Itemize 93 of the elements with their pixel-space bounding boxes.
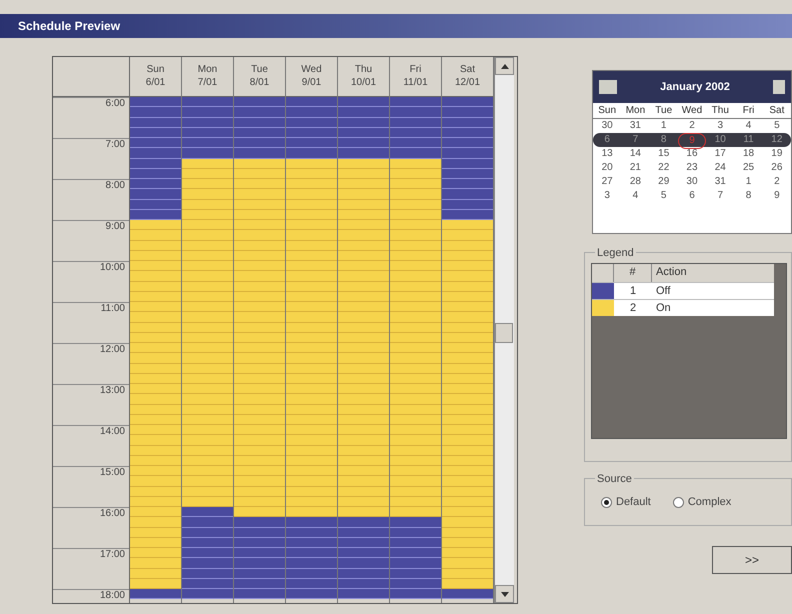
day-date: 9/01 bbox=[302, 76, 322, 89]
calendar-day[interactable]: 1 bbox=[734, 175, 763, 189]
time-label: 13:00 bbox=[100, 386, 125, 398]
calendar-day[interactable]: 2 bbox=[678, 119, 706, 133]
time-label: 7:00 bbox=[106, 140, 125, 152]
day-name: Wed bbox=[301, 64, 322, 76]
calendar-day[interactable]: 4 bbox=[734, 119, 763, 133]
weekday-label: Sun bbox=[597, 104, 618, 118]
day-date: 8/01 bbox=[250, 76, 270, 89]
calendar-day[interactable]: 5 bbox=[650, 189, 678, 203]
scroll-up-icon[interactable] bbox=[495, 57, 514, 75]
calendar-day[interactable]: 1 bbox=[650, 119, 678, 133]
time-label: 6:00 bbox=[106, 99, 125, 111]
calendar-day[interactable]: 23 bbox=[678, 161, 706, 175]
time-label: 17:00 bbox=[100, 550, 125, 562]
weekday-label: Sat bbox=[768, 104, 786, 118]
calendar-day[interactable]: 15 bbox=[650, 147, 678, 161]
table-cell-text: 1 bbox=[628, 284, 638, 299]
radio-button[interactable] bbox=[672, 496, 684, 508]
calendar-day[interactable]: 7 bbox=[706, 189, 734, 203]
calendar-day[interactable]: 8 bbox=[734, 189, 763, 203]
group-label: Legend bbox=[595, 245, 636, 262]
table-cell-text: 2 bbox=[628, 301, 638, 316]
calendar-day[interactable]: 31 bbox=[706, 175, 734, 189]
calendar-day[interactable]: 6 bbox=[678, 189, 706, 203]
weekday-label: Fri bbox=[742, 104, 756, 118]
radio-button[interactable] bbox=[601, 496, 612, 508]
day-date: 10/01 bbox=[350, 76, 376, 89]
day-name: Tue bbox=[251, 64, 268, 76]
calendar-day[interactable]: 31 bbox=[621, 119, 650, 133]
calendar-day[interactable]: 2 bbox=[762, 175, 791, 189]
calendar-day[interactable]: 7 bbox=[621, 133, 650, 149]
calendar-day[interactable]: 16 bbox=[678, 147, 706, 161]
calendar-day[interactable]: 6 bbox=[593, 133, 622, 149]
time-label: 8:00 bbox=[106, 181, 125, 193]
next-button[interactable]: >> bbox=[712, 546, 792, 574]
calendar-day[interactable]: 4 bbox=[621, 189, 650, 203]
scrollbar[interactable] bbox=[494, 57, 514, 603]
day-date: 11/01 bbox=[403, 76, 428, 89]
calendar-day[interactable]: 11 bbox=[734, 133, 763, 149]
calendar-day[interactable]: 24 bbox=[706, 161, 734, 175]
day-name: Fri bbox=[410, 64, 422, 76]
time-label: 10:00 bbox=[100, 263, 125, 275]
calendar-day[interactable]: 18 bbox=[734, 147, 763, 161]
calendar-day[interactable]: 28 bbox=[621, 175, 650, 189]
calendar-day[interactable]: 3 bbox=[593, 189, 622, 203]
table-cell-text: On bbox=[655, 301, 672, 316]
calendar-day[interactable]: 14 bbox=[621, 147, 650, 161]
calendar-day[interactable]: 29 bbox=[650, 175, 678, 189]
calendar-day[interactable]: 30 bbox=[678, 175, 706, 189]
calendar-day[interactable]: 13 bbox=[593, 147, 622, 161]
time-label: 16:00 bbox=[100, 509, 125, 521]
time-label: 14:00 bbox=[100, 427, 125, 439]
day-name: Thu bbox=[354, 64, 372, 76]
day-date: 12/01 bbox=[454, 76, 480, 89]
day-name: Mon bbox=[198, 64, 218, 76]
selected-week[interactable]: 6 7 8 9 10 11 12 bbox=[593, 133, 791, 147]
weekday-label: Thu bbox=[710, 104, 730, 118]
month-title: January 2002 bbox=[660, 80, 730, 95]
calendar-day[interactable]: 20 bbox=[593, 161, 622, 175]
time-label: 12:00 bbox=[100, 345, 125, 357]
scroll-thumb[interactable] bbox=[495, 323, 513, 343]
weekday-label: Wed bbox=[680, 104, 704, 118]
weekday-label: Mon bbox=[624, 104, 646, 118]
day-date: 7/01 bbox=[198, 76, 218, 89]
calendar-day[interactable]: 5 bbox=[762, 119, 791, 133]
time-label: 15:00 bbox=[100, 468, 125, 480]
calendar-day[interactable]: 27 bbox=[593, 175, 622, 189]
calendar-day[interactable]: 8 bbox=[650, 133, 678, 149]
calendar-day[interactable]: 12 bbox=[762, 133, 791, 149]
calendar-day[interactable]: 25 bbox=[734, 161, 763, 175]
calendar-day[interactable]: 17 bbox=[706, 147, 734, 161]
day-name: Sat bbox=[460, 64, 475, 76]
calendar-day[interactable]: 3 bbox=[706, 119, 734, 133]
calendar-day[interactable]: 21 bbox=[621, 161, 650, 175]
time-label: 9:00 bbox=[106, 222, 125, 234]
calendar-day[interactable]: 30 bbox=[593, 119, 622, 133]
calendar-day[interactable]: 10 bbox=[706, 133, 734, 149]
scroll-down-icon[interactable] bbox=[495, 585, 514, 603]
day-date: 6/01 bbox=[146, 76, 166, 89]
radio-label: Default bbox=[616, 494, 651, 510]
time-label: 18:00 bbox=[100, 591, 125, 603]
calendar-day[interactable]: 26 bbox=[762, 161, 791, 175]
window-title: Schedule Preview bbox=[18, 18, 120, 35]
table-cell-text: Off bbox=[655, 284, 672, 299]
calendar-day[interactable]: 19 bbox=[762, 147, 791, 161]
calendar-day[interactable]: 22 bbox=[650, 161, 678, 175]
weekday-label: Tue bbox=[654, 104, 674, 118]
time-label: 11:00 bbox=[100, 304, 125, 316]
radio-label: Complex bbox=[688, 494, 732, 510]
calendar-day[interactable]: 9 bbox=[762, 189, 791, 203]
column-header: Action bbox=[655, 265, 688, 280]
day-name: Sun bbox=[146, 64, 164, 76]
